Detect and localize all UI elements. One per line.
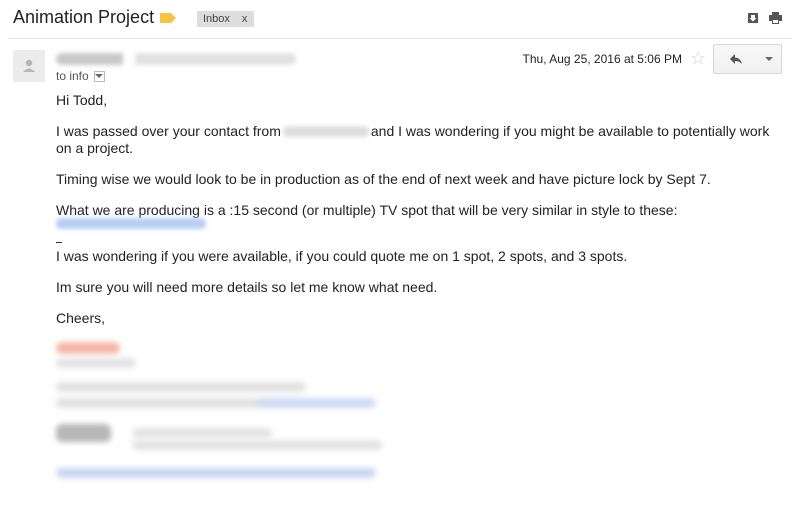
more-actions-button[interactable]	[757, 44, 782, 74]
greeting: Hi Todd,	[56, 92, 108, 108]
remove-label-button[interactable]: x	[242, 13, 248, 25]
chevron-down-icon	[95, 74, 104, 78]
inbox-label-chip[interactable]: Inbox x	[197, 11, 255, 27]
signoff: Cheers,	[56, 310, 106, 326]
reference-link-redacted[interactable]	[56, 218, 206, 229]
paragraph-1-end: and I was wondering if you might be avai…	[370, 123, 770, 139]
download-icon[interactable]	[747, 12, 759, 24]
separator-mark	[56, 242, 62, 243]
reply-button[interactable]	[713, 44, 759, 74]
chevron-down-icon	[765, 57, 773, 61]
header-divider	[8, 38, 792, 39]
avatar-icon	[23, 59, 35, 72]
paragraph-3: What we are producing is a :15 second (o…	[56, 202, 678, 218]
recipient-text: to info	[56, 69, 89, 83]
avatar	[13, 50, 45, 82]
message-date: Thu, Aug 25, 2016 at 5:06 PM	[522, 52, 682, 66]
print-icon[interactable]	[769, 12, 782, 24]
show-details-button[interactable]	[93, 70, 105, 82]
paragraph-5: Im sure you will need more details so le…	[56, 279, 438, 295]
paragraph-1: I was passed over your contact from and I…	[56, 123, 776, 156]
paragraph-1-start: I was passed over your contact from	[56, 123, 281, 139]
label-important-icon[interactable]	[160, 13, 176, 23]
email-subject: Animation Project	[13, 7, 155, 27]
paragraph-4: I was wondering if you were available, i…	[56, 248, 628, 264]
email-header: Animation Project Inbox x	[0, 0, 800, 38]
recipient-line: to info	[56, 69, 105, 83]
paragraph-1-line2: on a project.	[56, 139, 134, 156]
inbox-label-text: Inbox	[203, 13, 230, 25]
referrer-redacted	[282, 126, 369, 137]
reply-icon	[730, 54, 742, 64]
sender-name-redacted	[56, 53, 296, 65]
paragraph-2: Timing wise we would look to be in produ…	[56, 171, 711, 187]
star-icon[interactable]: ☆	[690, 48, 706, 69]
